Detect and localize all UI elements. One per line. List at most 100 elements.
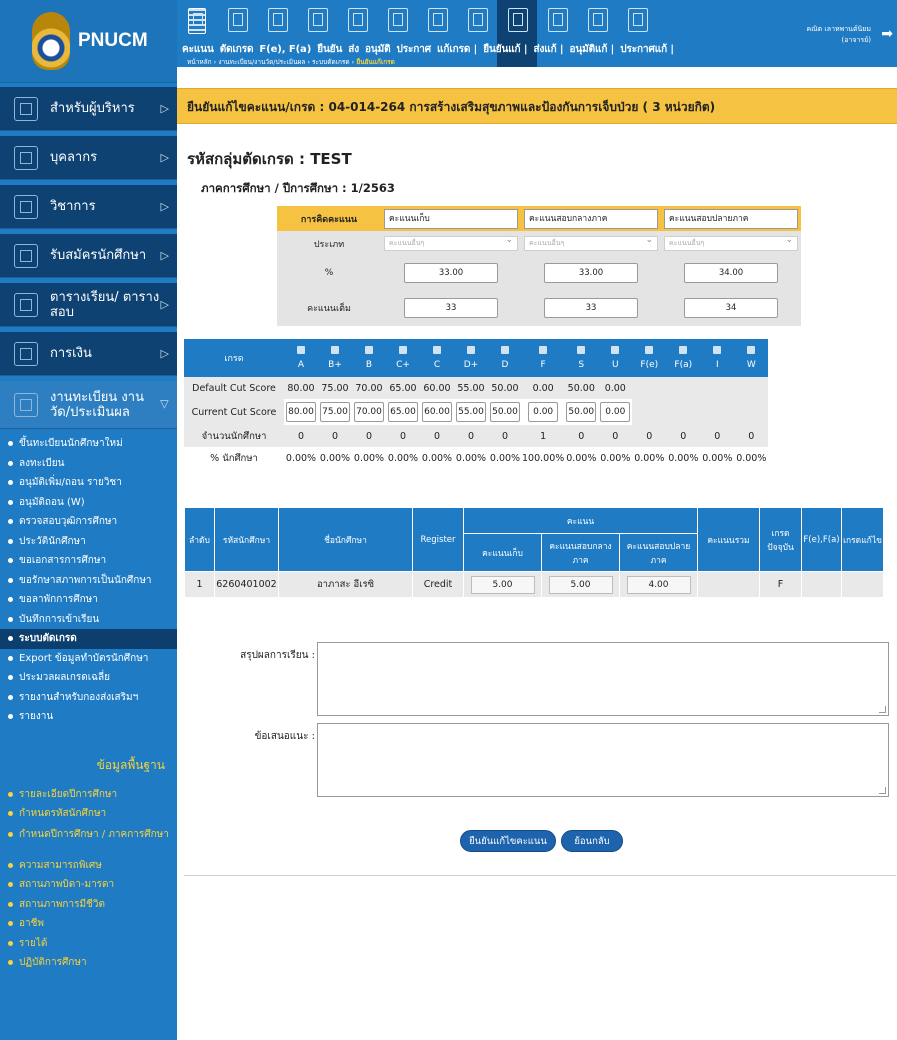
grade-checkbox[interactable] bbox=[399, 346, 407, 354]
breadcrumb-path[interactable]: หน้าหลัก › งานทะเบียน/งานวัด/ประเมินผล ›… bbox=[187, 58, 356, 66]
cut-score-input[interactable]: 0.00 bbox=[528, 402, 559, 422]
grade-checkbox[interactable] bbox=[331, 346, 339, 354]
basic-data-item[interactable]: รายละเอียดปีการศึกษา bbox=[0, 785, 177, 805]
cut-score-input[interactable]: 65.00 bbox=[388, 402, 418, 422]
sidebar-menu-label: วิชาการ bbox=[50, 199, 96, 214]
sidebar-menu-item[interactable]: สำหรับผู้บริหาร ▷ bbox=[0, 87, 177, 131]
grade-checkbox[interactable] bbox=[713, 346, 722, 354]
grade-checkbox[interactable] bbox=[501, 346, 509, 354]
weight-name-input[interactable]: คะแนนสอบกลางภาค bbox=[524, 208, 658, 229]
weight-type-cell: คะแนนอื่นๆ bbox=[661, 231, 801, 256]
weight-full-input[interactable]: 33 bbox=[404, 298, 498, 318]
grade-checkbox[interactable] bbox=[611, 346, 620, 354]
grade-checkbox[interactable] bbox=[645, 346, 654, 354]
basic-data-item[interactable]: สถานภาพบิดา-มารดา bbox=[0, 875, 177, 895]
grade-checkbox[interactable] bbox=[679, 346, 688, 354]
grade-checkbox[interactable] bbox=[467, 346, 475, 354]
score-input[interactable]: 4.00 bbox=[626, 575, 691, 594]
basic-data-item[interactable]: รายได้ bbox=[0, 934, 177, 954]
workflow-tab-label[interactable]: ประกาศ bbox=[397, 44, 432, 55]
cut-score-input[interactable]: 0.00 bbox=[600, 402, 631, 422]
grade-cell: 0.00 bbox=[598, 377, 633, 399]
sidebar-menu-item[interactable]: วิชาการ ▷ bbox=[0, 185, 177, 229]
logo[interactable]: PNUCM bbox=[0, 0, 177, 83]
weight-full-input[interactable]: 33 bbox=[544, 298, 638, 318]
confirm-edit-button[interactable]: ยืนยันแก้ไขคะแนน bbox=[460, 830, 556, 852]
sidebar-menu-item[interactable]: ตารางเรียน/ ตารางสอบ ▷ bbox=[0, 283, 177, 327]
workflow-tab-label[interactable]: ส่ง bbox=[348, 44, 359, 55]
weight-full-input[interactable]: 34 bbox=[684, 298, 778, 318]
sidebar-menu-item[interactable]: รับสมัครนักศึกษา ▷ bbox=[0, 234, 177, 278]
workflow-tab-label[interactable]: ยืนยัน bbox=[317, 44, 342, 55]
grade-checkbox[interactable] bbox=[365, 346, 373, 354]
grade-col-label: U bbox=[611, 360, 619, 370]
user-role: (อาจารย์) bbox=[841, 36, 872, 44]
weight-percent-input[interactable]: 33.00 bbox=[544, 263, 638, 283]
back-button[interactable]: ย้อนกลับ bbox=[561, 830, 623, 852]
workflow-tab-label[interactable]: ยืนยันแก้ | bbox=[483, 44, 527, 55]
cut-score-input[interactable]: 70.00 bbox=[354, 402, 384, 422]
sidebar-subitem[interactable]: ระบบตัดเกรด bbox=[0, 629, 177, 649]
sidebar-subitem[interactable]: ตรวจสอบวุฒิการศึกษา bbox=[0, 512, 177, 532]
sidebar-subitem[interactable]: ขอลาพักการศึกษา bbox=[0, 590, 177, 610]
sidebar: PNUCM สำหรับผู้บริหาร ▷ บุคลากร ▷ วิชาการ ▷ รั… bbox=[0, 0, 177, 1040]
sidebar-subitem[interactable]: อนุมัติถอน (W) bbox=[0, 493, 177, 513]
cut-score-input[interactable]: 75.00 bbox=[320, 402, 350, 422]
summary-textarea[interactable] bbox=[317, 642, 889, 716]
sidebar-subitem[interactable]: ลงทะเบียน bbox=[0, 454, 177, 474]
sidebar-subitem[interactable]: Export ข้อมูลทำบัตรนักศึกษา bbox=[0, 649, 177, 669]
group-title: รหัสกลุ่มตัดเกรด : TEST bbox=[187, 150, 352, 168]
weight-percent-input[interactable]: 33.00 bbox=[404, 263, 498, 283]
basic-data-item[interactable]: อาชีพ bbox=[0, 914, 177, 934]
sidebar-menu-item[interactable]: บุคลากร ▷ bbox=[0, 136, 177, 180]
sidebar-subitem[interactable]: ขอรักษาสภาพการเป็นนักศึกษา bbox=[0, 571, 177, 591]
workflow-tab-label[interactable]: คะแนน bbox=[182, 44, 214, 55]
weight-name-input[interactable]: คะแนนเก็บ bbox=[384, 208, 518, 229]
basic-data-item[interactable]: ความสามารถพิเศษ bbox=[0, 856, 177, 876]
basic-data-item[interactable]: สถานภาพการมีชีวิต bbox=[0, 895, 177, 915]
score-input[interactable]: 5.00 bbox=[548, 575, 613, 594]
workflow-tab-label[interactable]: อนุมัติแก้ | bbox=[569, 44, 614, 55]
sidebar-subitem[interactable]: ขอเอกสารการศึกษา bbox=[0, 551, 177, 571]
workflow-tab-label[interactable]: ส่งแก้ | bbox=[533, 44, 563, 55]
weight-type-select[interactable]: คะแนนอื่นๆ bbox=[524, 234, 658, 251]
grade-cell: 0 bbox=[420, 425, 454, 447]
weight-name-input[interactable]: คะแนนสอบปลายภาค bbox=[664, 208, 798, 229]
document-icon bbox=[308, 8, 328, 32]
grade-cell: 0.00 bbox=[522, 377, 565, 399]
workflow-tab-label[interactable]: แก้เกรด | bbox=[437, 44, 477, 55]
grade-checkbox[interactable] bbox=[539, 346, 548, 354]
cut-score-input[interactable]: 80.00 bbox=[286, 402, 316, 422]
basic-data-item[interactable]: ปฏิบัติการศึกษา bbox=[0, 953, 177, 973]
grade-checkbox[interactable] bbox=[297, 346, 305, 354]
suggestion-textarea[interactable] bbox=[317, 723, 889, 797]
sidebar-subitem[interactable]: อนุมัติเพิ่ม/ถอน รายวิชา bbox=[0, 473, 177, 493]
workflow-tab-label[interactable]: ประกาศแก้ | bbox=[620, 44, 674, 55]
cut-score-input[interactable]: 55.00 bbox=[456, 402, 486, 422]
sidebar-menu-registration[interactable]: งานทะเบียน งานวัด/ประเมินผล ▷ bbox=[0, 381, 177, 429]
sidebar-subitem[interactable]: รายงาน bbox=[0, 707, 177, 727]
sidebar-subitem[interactable]: รายงานสำหรับกองส่งเสริมฯ bbox=[0, 688, 177, 708]
cut-score-input[interactable]: 50.00 bbox=[566, 402, 597, 422]
sidebar-subitem[interactable]: ประวัตินักศึกษา bbox=[0, 532, 177, 552]
sidebar-subitem[interactable]: บันทึกการเข้าเรียน bbox=[0, 610, 177, 630]
grade-cell: 80.00 bbox=[284, 377, 318, 399]
basic-data-item[interactable]: กำหนดปีการศึกษา / ภาคการศึกษา bbox=[0, 824, 177, 856]
basic-data-item[interactable]: กำหนดรหัสนักศึกษา bbox=[0, 804, 177, 824]
workflow-tab-label[interactable]: อนุมัติ bbox=[365, 44, 391, 55]
sidebar-subitem[interactable]: ขึ้นทะเบียนนักศึกษาใหม่ bbox=[0, 434, 177, 454]
grade-checkbox[interactable] bbox=[747, 346, 756, 354]
grade-checkbox[interactable] bbox=[433, 346, 441, 354]
grade-checkbox[interactable] bbox=[577, 346, 586, 354]
workflow-tab-label[interactable]: F(e), F(a) bbox=[259, 44, 311, 55]
score-input[interactable]: 5.00 bbox=[470, 575, 535, 594]
sidebar-subitem[interactable]: ประมวลผลเกรดเฉลี่ย bbox=[0, 668, 177, 688]
weight-percent-input[interactable]: 34.00 bbox=[684, 263, 778, 283]
cut-score-input[interactable]: 60.00 bbox=[422, 402, 452, 422]
cut-score-input[interactable]: 50.00 bbox=[490, 402, 520, 422]
weight-type-select[interactable]: คะแนนอื่นๆ bbox=[384, 234, 518, 251]
logout-arrow-icon[interactable]: ➡ bbox=[881, 26, 893, 42]
workflow-tab-label[interactable]: ตัดเกรด bbox=[220, 44, 254, 55]
sidebar-menu-item[interactable]: การเงิน ▷ bbox=[0, 332, 177, 376]
weight-type-select[interactable]: คะแนนอื่นๆ bbox=[664, 234, 798, 251]
